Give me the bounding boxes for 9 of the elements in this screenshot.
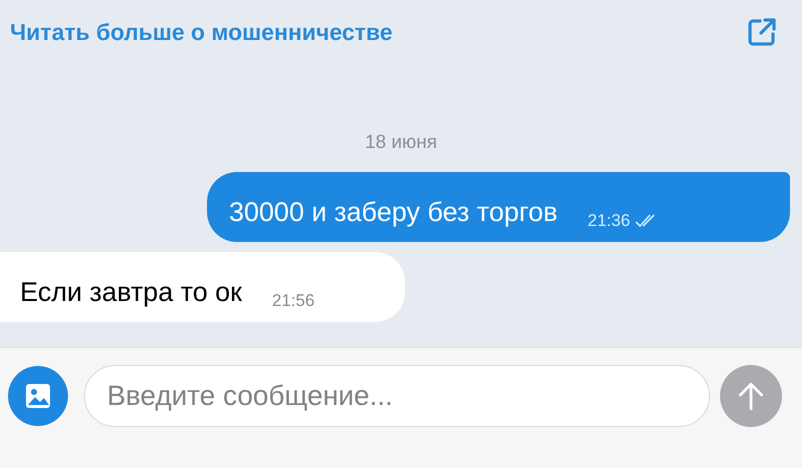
message-time: 21:36 — [588, 211, 630, 231]
message-input-field[interactable]: Введите сообщение... — [84, 365, 710, 427]
image-icon — [23, 381, 53, 411]
date-label: 18 июня — [364, 132, 438, 154]
external-link-icon[interactable] — [746, 16, 778, 48]
fraud-info-link[interactable]: Читать больше о мошенничестве — [10, 18, 393, 46]
message-time: 21:56 — [272, 291, 315, 311]
message-text: Если завтра то ок — [20, 276, 242, 308]
message-text: 30000 и заберу без торгов — [229, 196, 558, 228]
